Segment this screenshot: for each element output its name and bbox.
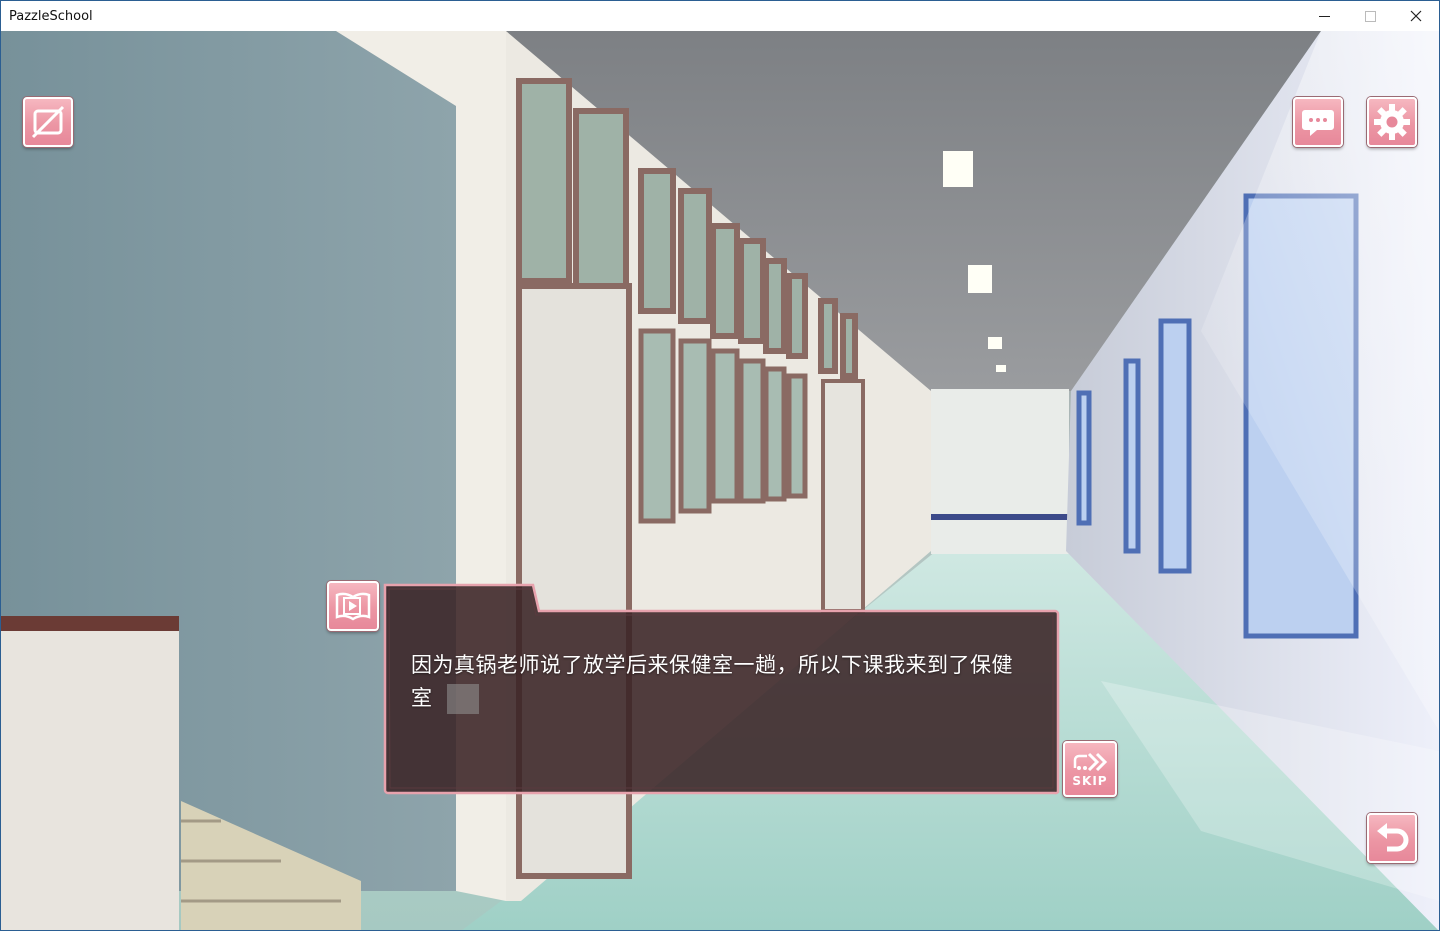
maximize-button[interactable] (1347, 1, 1393, 31)
backlog-button[interactable] (1293, 97, 1343, 147)
skip-button[interactable]: SKIP (1063, 741, 1117, 797)
skip-label: SKIP (1072, 774, 1108, 788)
minimize-icon (1318, 15, 1330, 17)
fast-forward-icon (1073, 752, 1108, 772)
dialog-line: 因为真锅老师说了放学后来保健室一趟，所以下课我来到了保健室 (411, 653, 1013, 710)
app-window: PazzleSchool 因为真锅老师说了放学后来保健室一趟，所以下课我来到了保… (0, 0, 1440, 931)
gear-icon (1374, 104, 1410, 140)
game-scene[interactable]: 因为真锅老师说了放学后来保健室一趟，所以下课我来到了保健室 SKIP (1, 31, 1439, 930)
back-button[interactable] (1367, 813, 1417, 863)
dialog-box[interactable]: 因为真锅老师说了放学后来保健室一趟，所以下课我来到了保健室 (383, 581, 1060, 795)
auto-button[interactable] (327, 581, 379, 631)
hide-ui-button[interactable] (23, 97, 73, 147)
close-button[interactable] (1393, 1, 1439, 31)
dialog-text: 因为真锅老师说了放学后来保健室一趟，所以下课我来到了保健室 (411, 649, 1031, 715)
speech-bubble-icon (1302, 110, 1334, 136)
book-play-icon (335, 592, 371, 621)
hide-icon (31, 105, 65, 139)
title-bar[interactable]: PazzleSchool (1, 1, 1439, 31)
minimize-button[interactable] (1301, 1, 1347, 31)
maximize-icon (1364, 10, 1376, 22)
window-title: PazzleSchool (9, 8, 93, 24)
undo-arrow-icon (1377, 823, 1409, 852)
settings-button[interactable] (1367, 97, 1417, 147)
text-advance-indicator (446, 684, 479, 714)
close-icon (1410, 10, 1422, 22)
hallway-background (1, 31, 1439, 930)
